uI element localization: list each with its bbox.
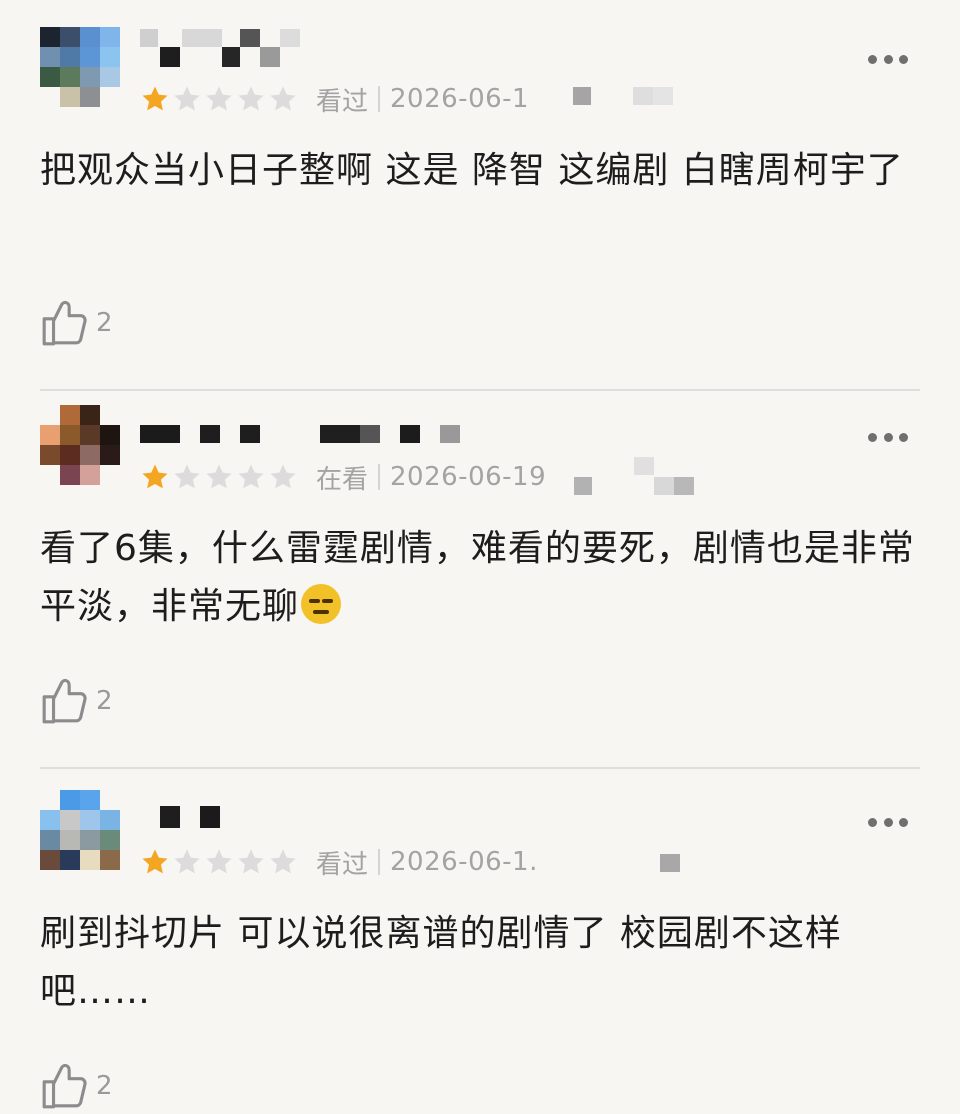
username-blurred[interactable] (140, 405, 480, 445)
star-empty-icon (206, 86, 232, 111)
more-options-button[interactable] (868, 49, 908, 69)
star-empty-icon (270, 849, 296, 874)
star-empty-icon (238, 464, 264, 489)
expressionless-face-icon (301, 584, 342, 624)
meta-separator (378, 849, 381, 875)
review-content: 把观众当小日子整啊 这是 降智 这编剧 白瞎周柯宇了 (40, 142, 920, 200)
more-horizontal-icon (868, 432, 877, 442)
star-empty-icon (238, 849, 264, 874)
more-horizontal-icon (868, 817, 877, 827)
like-count: 2 (96, 686, 113, 716)
review-text: 把观众当小日子整啊 这是 降智 这编剧 白瞎周柯宇了 (40, 150, 904, 191)
thumbs-up-icon (42, 1063, 87, 1109)
watch-status: 看过 (316, 849, 369, 880)
star-rating (140, 462, 300, 492)
more-options-button[interactable] (868, 812, 908, 832)
review-date: 2026-06-19 (390, 462, 547, 492)
star-empty-icon (206, 849, 232, 874)
like-button[interactable]: 2 (40, 295, 113, 351)
review-item: 看过 2026-06-1 把观众当小日子整啊 这是 降智 这编剧 白瞎周柯宇了 … (0, 27, 960, 412)
review-date: 2026-06-1. (390, 847, 538, 877)
meta-separator (378, 464, 381, 490)
star-rating (140, 847, 300, 877)
watch-status: 在看 (316, 464, 369, 495)
date-blurred (550, 457, 730, 497)
username-blurred[interactable] (140, 27, 480, 67)
date-blurred (533, 79, 713, 119)
star-filled-icon (142, 849, 168, 874)
like-button[interactable]: 2 (40, 1058, 113, 1114)
star-empty-icon (270, 464, 296, 489)
review-text: 刷到抖切片 可以说很离谱的剧情了 校园剧不这样吧…… (40, 913, 842, 1012)
review-meta: 在看 2026-06-19 (140, 457, 730, 497)
star-empty-icon (238, 86, 264, 111)
like-count: 2 (96, 1071, 113, 1101)
review-meta: 看过 2026-06-1. (140, 842, 722, 882)
more-horizontal-icon (868, 54, 877, 64)
user-avatar[interactable] (40, 27, 120, 107)
user-avatar[interactable] (40, 790, 120, 870)
review-divider (40, 389, 920, 391)
thumbs-up-icon (42, 678, 87, 724)
more-options-button[interactable] (868, 427, 908, 447)
review-meta: 看过 2026-06-1 (140, 79, 713, 119)
like-count: 2 (96, 308, 113, 338)
thumbs-up-icon (42, 300, 87, 346)
review-divider (40, 767, 920, 769)
star-empty-icon (174, 86, 200, 111)
star-empty-icon (270, 86, 296, 111)
user-avatar[interactable] (40, 405, 120, 485)
review-item: 看过 2026-06-1. 刷到抖切片 可以说很离谱的剧情了 校园剧不这样吧……… (0, 790, 960, 1109)
meta-separator (378, 86, 381, 112)
review-date: 2026-06-1 (390, 84, 530, 114)
date-blurred (542, 842, 722, 882)
review-content: 看了6集，什么雷霆剧情，难看的要死，剧情也是非常平淡，非常无聊 (40, 520, 920, 636)
star-filled-icon (142, 86, 168, 111)
watch-status: 看过 (316, 86, 369, 117)
review-text: 看了6集，什么雷霆剧情，难看的要死，剧情也是非常平淡，非常无聊 (40, 528, 915, 627)
star-empty-icon (206, 464, 232, 489)
review-content: 刷到抖切片 可以说很离谱的剧情了 校园剧不这样吧…… (40, 905, 920, 1021)
username-blurred[interactable] (140, 790, 480, 830)
star-empty-icon (174, 849, 200, 874)
review-item: 在看 2026-06-19 看了6集，什么雷霆剧情，难看的要死，剧情也是非常平淡… (0, 405, 960, 790)
star-filled-icon (142, 464, 168, 489)
star-empty-icon (174, 464, 200, 489)
star-rating (140, 84, 300, 114)
like-button[interactable]: 2 (40, 673, 113, 729)
